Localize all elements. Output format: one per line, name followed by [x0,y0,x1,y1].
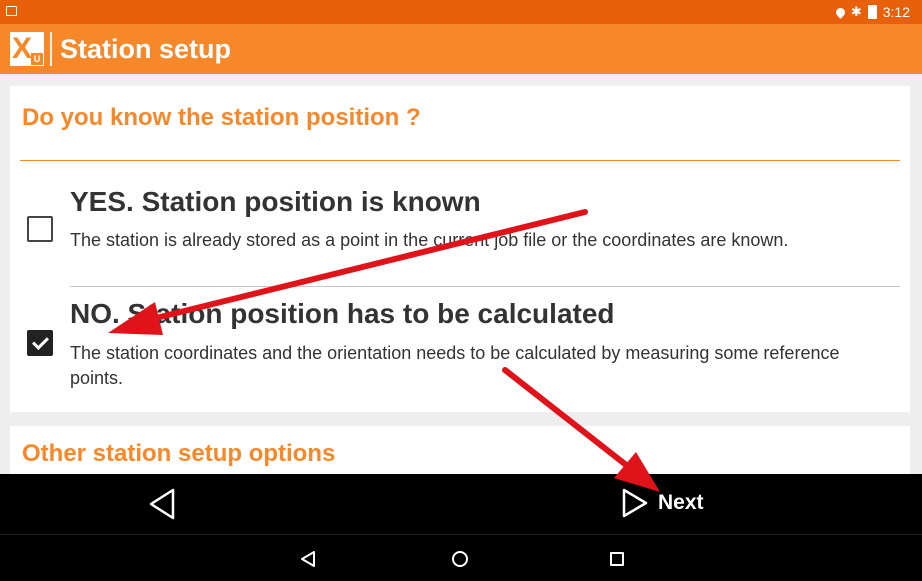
forward-triangle-icon [622,488,648,518]
clock: 3:12 [882,4,910,20]
battery-icon [867,5,877,19]
system-back-icon[interactable] [300,550,316,568]
app-bar: XU Station setup [0,24,922,74]
option-no-title[interactable]: NO. Station position has to be calculate… [70,298,615,330]
option-yes-description[interactable]: The station is already stored as a point… [70,228,890,253]
section-title-other: Other station setup options [22,440,336,467]
option-no-checkbox[interactable] [27,330,53,356]
bottom-nav-bar: Next [0,474,922,534]
status-bar: ✱ 3:12 [0,0,922,24]
system-recents-icon[interactable] [610,552,624,566]
app-bar-divider [50,32,52,66]
location-icon [833,5,847,19]
status-icons: ✱ 3:12 [833,3,910,21]
option-divider [70,286,900,287]
image-notification-icon [6,6,17,16]
app-logo-icon: XU [10,32,44,66]
bluetooth-icon: ✱ [850,4,862,20]
back-triangle-icon[interactable] [145,486,181,522]
next-button-label: Next [658,491,704,514]
section-divider [20,160,900,161]
system-nav-bar [0,534,922,581]
section-title: Do you know the station position ? [22,104,421,131]
station-position-card: Do you know the station position ? YES. … [10,86,910,412]
option-no-description[interactable]: The station coordinates and the orientat… [70,341,890,391]
system-home-icon[interactable] [452,551,468,567]
next-button[interactable]: Next [620,487,704,519]
option-yes-checkbox[interactable] [27,216,53,242]
content-scroll-area[interactable]: Do you know the station position ? YES. … [0,74,922,474]
page-title: Station setup [60,33,232,64]
option-yes-title[interactable]: YES. Station position is known [70,186,481,218]
other-options-card[interactable]: Other station setup options [10,426,910,474]
